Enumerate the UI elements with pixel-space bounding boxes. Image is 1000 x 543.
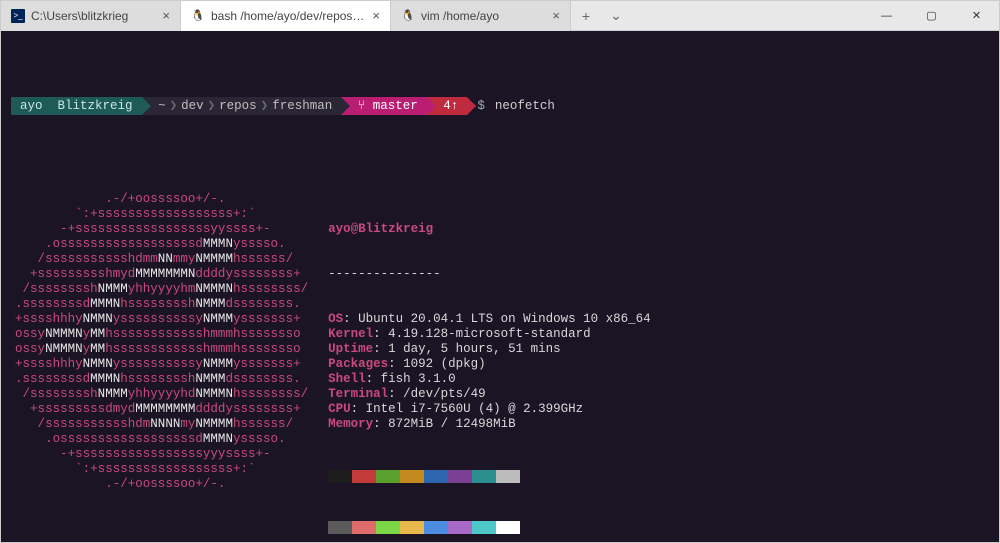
neofetch-info: ayo@Blitzkreig --------------- OS: Ubunt… — [308, 192, 651, 542]
color-swatch — [472, 470, 496, 483]
info-row: CPU: Intel i7-7560U (4) @ 2.399GHz — [328, 402, 651, 417]
info-row: Kernel: 4.19.128-microsoft-standard — [328, 327, 651, 342]
prompt-line-1: ayo Blitzkreig ~❯dev❯repos❯freshman ⑂ ma… — [11, 97, 999, 115]
close-icon[interactable]: × — [372, 8, 380, 23]
info-row: Uptime: 1 day, 5 hours, 51 mins — [328, 342, 651, 357]
color-swatch — [400, 521, 424, 534]
color-swatch — [376, 521, 400, 534]
powershell-icon: >_ — [11, 9, 25, 23]
close-window-button[interactable]: ✕ — [954, 1, 999, 31]
color-swatch — [400, 470, 424, 483]
color-swatch — [376, 470, 400, 483]
tux-icon: 🐧 — [401, 9, 415, 23]
prompt-path: ~❯dev❯repos❯freshman — [142, 97, 342, 115]
close-icon[interactable]: × — [162, 8, 170, 23]
info-row: Shell: fish 3.1.0 — [328, 372, 651, 387]
color-swatch — [328, 521, 352, 534]
color-swatch — [424, 521, 448, 534]
divider: --------------- — [328, 267, 441, 281]
minimize-button[interactable]: — — [864, 1, 909, 31]
info-row: Packages: 1092 (dpkg) — [328, 357, 651, 372]
tab-label: C:\Users\blitzkrieg — [31, 9, 156, 23]
color-swatch — [472, 521, 496, 534]
tux-icon: 🐧 — [191, 9, 205, 23]
color-palette-row-2 — [328, 521, 651, 534]
info-row: Terminal: /dev/pts/49 — [328, 387, 651, 402]
userhost: ayo@Blitzkreig — [328, 222, 433, 236]
tab-dropdown-button[interactable]: ⌄ — [601, 7, 631, 24]
tab-vim[interactable]: 🐧 vim /home/ayo × — [391, 1, 571, 31]
prompt-user-host: ayo Blitzkreig — [11, 97, 142, 115]
color-swatch — [424, 470, 448, 483]
maximize-button[interactable]: ▢ — [909, 1, 954, 31]
prompt-git-branch: ⑂ master — [341, 97, 427, 115]
info-row: Memory: 872MiB / 12498MiB — [328, 417, 651, 432]
tab-bash[interactable]: 🐧 bash /home/ayo/dev/repos/fres × — [181, 1, 391, 31]
prompt-command: neofetch — [495, 99, 555, 114]
close-icon[interactable]: × — [552, 8, 560, 23]
color-swatch — [352, 470, 376, 483]
color-swatch — [496, 470, 520, 483]
color-swatch — [352, 521, 376, 534]
info-row: OS: Ubuntu 20.04.1 LTS on Windows 10 x86… — [328, 312, 651, 327]
color-swatch — [448, 521, 472, 534]
tab-bar: >_ C:\Users\blitzkrieg × 🐧 bash /home/ay… — [1, 1, 999, 31]
new-tab-button[interactable]: + — [571, 8, 601, 24]
color-palette-row-1 — [328, 470, 651, 483]
tab-label: bash /home/ayo/dev/repos/fres — [211, 9, 366, 23]
terminal-pane[interactable]: ayo Blitzkreig ~❯dev❯repos❯freshman ⑂ ma… — [1, 31, 999, 542]
color-swatch — [496, 521, 520, 534]
color-swatch — [328, 470, 352, 483]
neofetch-logo: .-/+oossssoo+/-. `:+ssssssssssssssssss+:… — [1, 192, 308, 542]
tab-label: vim /home/ayo — [421, 9, 546, 23]
tab-powershell[interactable]: >_ C:\Users\blitzkrieg × — [1, 1, 181, 31]
color-swatch — [448, 470, 472, 483]
